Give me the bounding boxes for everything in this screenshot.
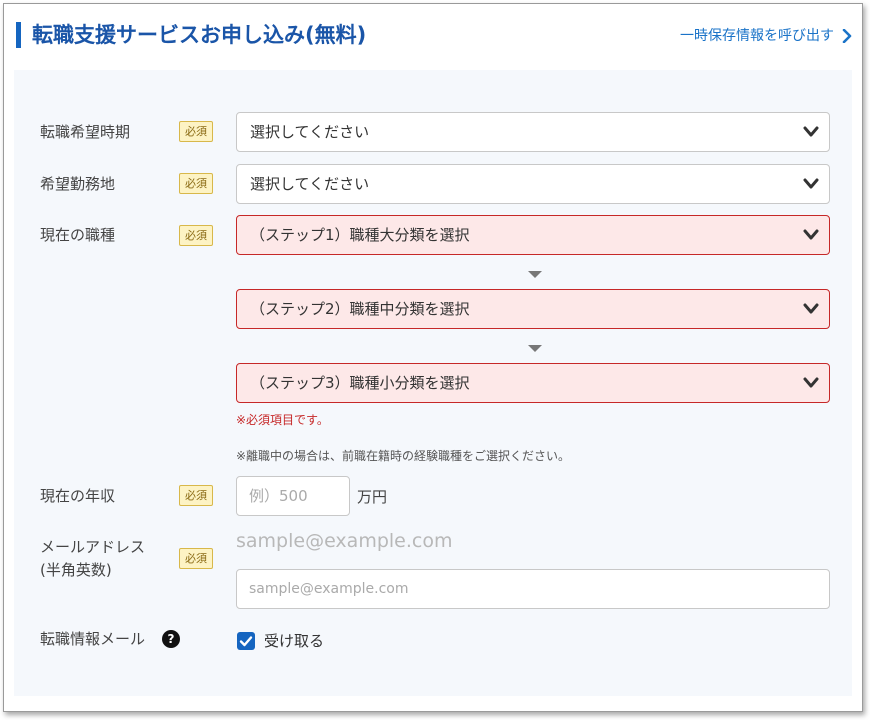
chevron-down-icon: [803, 229, 819, 240]
job-step1-select[interactable]: （ステップ1）職種大分類を選択: [236, 215, 830, 255]
help-icon[interactable]: ?: [162, 630, 180, 648]
form-window: 転職支援サービスお申し込み(無料) 一時保存情報を呼び出す 転職希望時期 必須 …: [3, 3, 863, 712]
income-input[interactable]: [236, 476, 350, 516]
timing-select[interactable]: 選択してください: [236, 112, 830, 152]
newsletter-checkbox-label[interactable]: 受け取る: [264, 630, 324, 651]
job-step3-value: （ステップ3）職種小分類を選択: [250, 374, 470, 392]
required-badge: 必須: [179, 173, 213, 194]
required-badge: 必須: [179, 225, 213, 246]
email-label-sub: (半角英数): [40, 561, 112, 579]
form-panel: 転職希望時期 必須 選択してください 希望勤務地 必須 選択してください 現在の…: [14, 70, 852, 696]
job-step1-value: （ステップ1）職種大分類を選択: [250, 226, 470, 244]
job-note: ※離職中の場合は、前職在籍時の経験職種をご選択ください。: [236, 449, 571, 463]
timing-select-value: 選択してください: [250, 123, 370, 141]
email-hint: sample@example.com: [236, 530, 453, 552]
timing-label: 転職希望時期: [40, 123, 131, 141]
load-saved-link[interactable]: 一時保存情報を呼び出す: [680, 24, 852, 48]
chevron-down-icon: [803, 377, 819, 388]
required-badge: 必須: [179, 548, 213, 569]
check-icon: [239, 636, 253, 647]
required-badge: 必須: [179, 121, 213, 142]
job-step2-value: （ステップ2）職種中分類を選択: [250, 300, 470, 318]
title-accent-bar: [16, 22, 21, 48]
email-input[interactable]: [236, 569, 830, 609]
chevron-right-icon: [842, 29, 852, 43]
chevron-down-icon: [803, 303, 819, 314]
step-arrow-icon: [528, 345, 542, 352]
newsletter-checkbox[interactable]: [237, 632, 255, 650]
income-label: 現在の年収: [40, 487, 116, 505]
email-label: メールアドレス: [40, 538, 146, 556]
job-step2-select[interactable]: （ステップ2）職種中分類を選択: [236, 289, 830, 329]
page-title: 転職支援サービスお申し込み(無料): [32, 23, 367, 47]
job-step3-select[interactable]: （ステップ3）職種小分類を選択: [236, 363, 830, 403]
location-select[interactable]: 選択してください: [236, 164, 830, 204]
step-arrow-icon: [528, 271, 542, 278]
chevron-down-icon: [803, 126, 819, 137]
location-select-value: 選択してください: [250, 175, 370, 193]
location-label: 希望勤務地: [40, 175, 116, 193]
job-error-message: ※必須項目です。: [236, 413, 329, 427]
chevron-down-icon: [803, 178, 819, 189]
newsletter-label: 転職情報メール: [40, 630, 146, 648]
form-header: 転職支援サービスお申し込み(無料) 一時保存情報を呼び出す: [4, 4, 862, 66]
required-badge: 必須: [179, 485, 213, 506]
load-saved-link-label: 一時保存情報を呼び出す: [680, 28, 834, 44]
job-label: 現在の職種: [40, 226, 116, 244]
income-unit: 万円: [357, 488, 388, 506]
